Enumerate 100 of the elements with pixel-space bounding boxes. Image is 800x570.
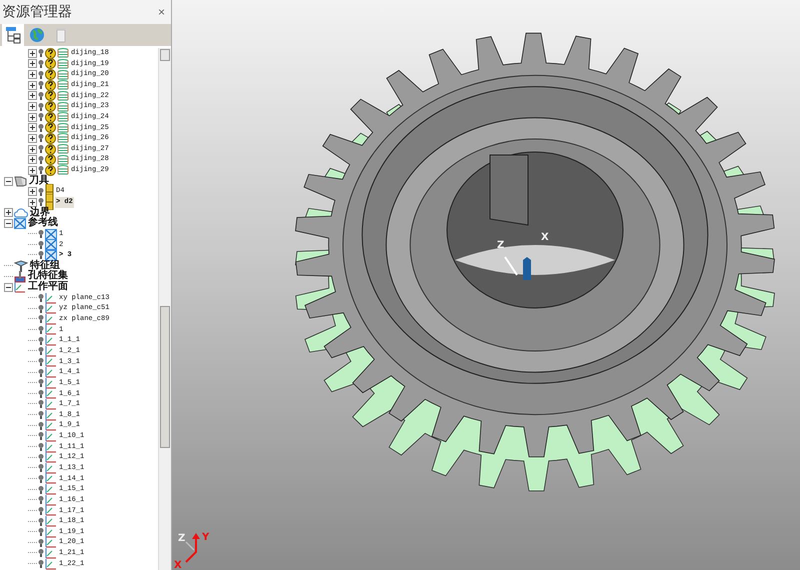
lightbulb-icon[interactable] [38,559,44,570]
lightbulb-icon[interactable] [38,420,44,431]
expander-toggle[interactable] [28,59,37,68]
expander-toggle[interactable] [28,134,37,143]
lightbulb-icon[interactable] [38,324,44,335]
tree-icon [4,26,22,44]
lightbulb-icon[interactable] [38,548,44,558]
expander-toggle[interactable] [28,123,37,132]
lightbulb-icon[interactable] [38,229,44,240]
scrollbar-thumb[interactable] [160,306,170,448]
lightbulb-icon[interactable] [38,506,44,516]
workplane-icon [45,452,57,464]
workplane-icon [45,558,57,570]
lightbulb-icon[interactable] [38,495,44,506]
toolpath-icon [57,154,69,165]
lightbulb-icon[interactable] [38,144,44,154]
workplane-icon [45,442,57,453]
tree-item-label[interactable]: 刀具 [28,176,50,186]
lightbulb-icon[interactable] [38,250,44,260]
lightbulb-icon[interactable] [38,484,44,495]
tools-icon [14,176,27,187]
close-button[interactable]: × [152,5,171,19]
toolpath-icon [57,122,69,133]
toolpath-icon [57,133,69,144]
lightbulb-icon[interactable] [38,112,44,122]
lightbulb-icon[interactable] [38,133,44,144]
question-mark-icon [45,164,56,176]
lightbulb-icon[interactable] [38,70,44,80]
axis-label: Y [202,532,210,543]
workplane-icon [45,335,57,346]
workplane-icon [45,388,57,400]
expander-toggle[interactable] [4,208,13,218]
lightbulb-icon[interactable] [38,527,44,538]
lightbulb-icon[interactable] [38,378,44,388]
expander-toggle[interactable] [28,102,37,112]
expander-toggle[interactable] [28,144,37,154]
lightbulb-icon[interactable] [38,58,44,69]
expander-toggle[interactable] [28,187,37,196]
lightbulb-icon[interactable] [38,48,44,58]
lightbulb-icon[interactable] [38,240,44,250]
lightbulb-icon[interactable] [38,154,44,165]
expander-toggle[interactable] [28,198,37,207]
toolpath-icon [57,165,69,176]
question-mark-icon [45,122,56,134]
reference-lines-icon [45,239,57,250]
3d-viewport[interactable]: Z X Z Y X [172,0,800,570]
expander-toggle[interactable] [28,48,37,58]
expander-toggle[interactable] [4,219,13,228]
question-mark-icon [45,112,56,123]
lightbulb-icon[interactable] [38,186,44,197]
lightbulb-icon[interactable] [38,538,44,548]
tree-item-label[interactable]: 工作平面 [27,282,69,293]
tree-item-label[interactable]: 参考线 [27,218,59,229]
lightbulb-icon[interactable] [38,463,44,474]
axis-label: X [541,232,549,243]
lightbulb-icon[interactable] [38,442,44,452]
expander-toggle[interactable] [28,70,37,80]
lightbulb-icon[interactable] [38,474,44,484]
globe-icon [29,27,45,43]
workplane-icon [45,537,57,548]
workplane-icon [45,516,57,528]
workplane-icon [45,462,57,474]
lightbulb-icon[interactable] [38,314,44,324]
lightbulb-icon[interactable] [38,452,44,463]
axis-label: X [174,560,182,570]
lightbulb-icon[interactable] [38,197,44,208]
cloud-icon [14,208,28,218]
lightbulb-icon[interactable] [38,336,44,346]
lightbulb-icon[interactable] [38,102,44,112]
trash-icon [54,27,68,43]
lightbulb-icon[interactable] [38,356,44,367]
lightbulb-icon[interactable] [38,90,44,101]
lightbulb-icon[interactable] [38,516,44,526]
toolpath-icon [57,112,69,122]
expander-toggle[interactable] [4,176,13,186]
question-mark-icon [45,144,56,155]
expander-toggle[interactable] [28,166,37,175]
workplane-icon [45,398,57,410]
expander-toggle[interactable] [28,155,37,164]
lightbulb-icon[interactable] [38,388,44,399]
lightbulb-icon[interactable] [38,293,44,304]
tree-view-tab[interactable] [2,24,24,46]
question-mark-icon [45,154,56,166]
workplane-icon [45,378,57,389]
lightbulb-icon[interactable] [38,346,44,356]
expander-toggle[interactable] [28,112,37,122]
scrollbar[interactable] [158,48,171,570]
lightbulb-icon[interactable] [38,122,44,133]
lightbulb-icon[interactable] [38,368,44,378]
feature-group-icon [14,260,28,272]
lightbulb-icon[interactable] [38,431,44,442]
expander-toggle[interactable] [28,80,37,90]
lightbulb-icon[interactable] [38,304,44,314]
workplane-icon [45,324,57,336]
expander-toggle[interactable] [28,91,37,100]
lightbulb-icon[interactable] [38,399,44,410]
lightbulb-icon[interactable] [38,410,44,420]
lightbulb-icon[interactable] [38,165,44,176]
expander-toggle[interactable] [4,282,13,292]
lightbulb-icon[interactable] [38,80,44,90]
